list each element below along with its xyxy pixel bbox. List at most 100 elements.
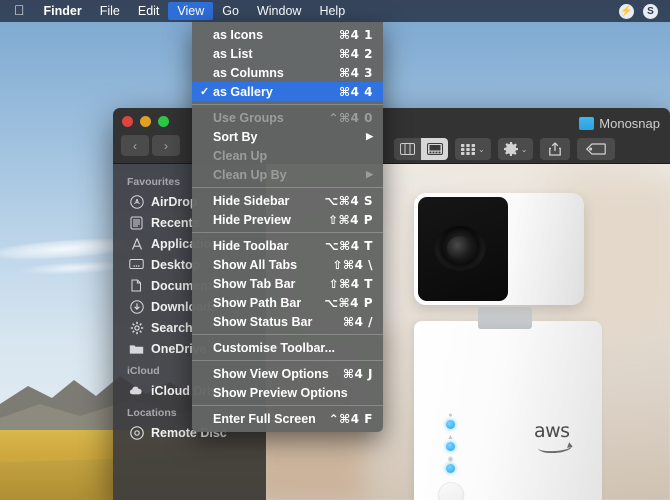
actions-button[interactable]: ⌄	[497, 138, 534, 160]
window-title-label: Monosnap	[599, 116, 660, 131]
back-button[interactable]: ‹	[121, 135, 149, 156]
recents-icon	[129, 215, 144, 230]
menu-item-shortcut: ⌥⌘4 T	[324, 238, 373, 253]
device-neck	[478, 307, 532, 329]
tags-button[interactable]	[577, 138, 616, 160]
column-view-icon[interactable]	[394, 138, 421, 160]
group-by-button[interactable]: ⌄	[455, 138, 491, 160]
menu-item-shortcut: ⌘4 /	[342, 314, 373, 329]
lightning-bolt-icon[interactable]: ⚡	[619, 3, 634, 19]
menu-item-sort-by[interactable]: Sort By ▶	[192, 127, 383, 146]
led-indicator	[446, 464, 455, 473]
menu-item-clean-up-by: Clean Up By ▶	[192, 165, 383, 184]
device-led-indicators: ● ▲ ◉	[446, 412, 455, 478]
folder-icon	[129, 341, 144, 356]
menu-item-shortcut: ⌥⌘4 P	[324, 295, 373, 310]
menu-item-label: Show View Options	[213, 366, 329, 381]
menu-item-shortcut: ⇧⌘4 T	[328, 276, 373, 291]
applications-icon	[129, 236, 144, 251]
aws-logo-text: aws	[534, 420, 570, 442]
apple-logo-icon[interactable]: 	[8, 3, 35, 19]
view-dropdown-menu[interactable]: as Icons ⌘4 1 as List ⌘4 2 as Columns ⌘4 3 ✓ as…	[192, 22, 383, 432]
menu-item-label: Show Status Bar	[213, 314, 313, 329]
macos-menubar:  Finder File Edit View Go Window Help ⚡…	[0, 0, 670, 22]
menu-item-customise-toolbar[interactable]: Customise Toolbar...	[192, 338, 383, 357]
menu-item-as-list[interactable]: as List ⌘4 2	[192, 44, 383, 63]
finder-toolbar: ⌄ ⌄	[394, 138, 616, 160]
menu-item-label: Hide Sidebar	[213, 193, 290, 208]
menu-item-show-all-tabs[interactable]: Show All Tabs ⇧⌘4 \	[192, 255, 383, 274]
monosnap-status-icon[interactable]: S	[643, 3, 658, 19]
window-title: Monosnap	[579, 116, 660, 131]
menu-item-label: Show Preview Options	[213, 385, 348, 400]
forward-button[interactable]: ›	[152, 135, 180, 156]
menu-separator	[192, 104, 383, 105]
submenu-arrow-icon: ▶	[366, 169, 373, 179]
share-button[interactable]	[540, 138, 571, 160]
menu-item-shortcut: ⇧⌘4 \	[332, 257, 373, 272]
menu-item-show-status-bar[interactable]: Show Status Bar ⌘4 /	[192, 312, 383, 331]
disc-icon	[129, 425, 144, 440]
menu-item-clean-up: Clean Up	[192, 146, 383, 165]
gallery-view-icon[interactable]	[421, 138, 448, 160]
menu-item-label: Show All Tabs	[213, 257, 298, 272]
device-body	[414, 321, 602, 500]
menu-item-enter-full-screen[interactable]: Enter Full Screen ⌃⌘4 F	[192, 409, 383, 428]
menu-item-hide-toolbar[interactable]: Hide Toolbar ⌥⌘4 T	[192, 236, 383, 255]
menu-separator	[192, 187, 383, 188]
close-button[interactable]	[122, 116, 133, 127]
gear-icon	[129, 320, 144, 335]
menu-item-as-gallery[interactable]: ✓ as Gallery ⌘4 4	[192, 82, 383, 101]
menu-separator	[192, 232, 383, 233]
chevron-down-icon: ⌄	[520, 144, 528, 154]
menu-item-shortcut: ⌥⌘4 S	[324, 193, 373, 208]
menu-item-label: as Icons	[213, 27, 264, 42]
menu-item-as-icons[interactable]: as Icons ⌘4 1	[192, 25, 383, 44]
menu-item-label: Enter Full Screen	[213, 411, 316, 426]
menu-item-label: Hide Preview	[213, 212, 291, 227]
power-glyph: ●	[448, 412, 453, 419]
downloads-icon	[129, 299, 144, 314]
menubar-item-help[interactable]: Help	[310, 2, 354, 20]
view-mode-segmented-control[interactable]	[394, 138, 448, 160]
sidebar-item-label: Search	[151, 320, 193, 335]
menu-item-shortcut: ⇧⌘4 P	[327, 212, 373, 227]
camera-lens	[434, 226, 486, 271]
menu-item-label: Sort By	[213, 129, 258, 144]
menu-item-show-view-options[interactable]: Show View Options ⌘4 J	[192, 364, 383, 383]
menu-item-label: Use Groups	[213, 110, 284, 125]
zoom-button[interactable]	[158, 116, 169, 127]
airdrop-icon	[129, 194, 144, 209]
menubar-item-go[interactable]: Go	[213, 2, 248, 20]
menubar-status-area: ⚡ S	[619, 3, 662, 19]
menu-separator	[192, 360, 383, 361]
folder-icon	[579, 117, 595, 130]
checkmark-icon: ✓	[200, 86, 210, 98]
documents-icon	[129, 278, 144, 293]
menu-item-label: Clean Up	[213, 148, 268, 163]
menubar-item-file[interactable]: File	[91, 2, 129, 20]
navigation-buttons: ‹ ›	[121, 135, 180, 156]
menu-item-label: Hide Toolbar	[213, 238, 289, 253]
led-indicator	[446, 420, 455, 429]
menu-item-as-columns[interactable]: as Columns ⌘4 3	[192, 63, 383, 82]
menu-item-show-path-bar[interactable]: Show Path Bar ⌥⌘4 P	[192, 293, 383, 312]
menu-item-hide-sidebar[interactable]: Hide Sidebar ⌥⌘4 S	[192, 191, 383, 210]
menu-item-shortcut: ⌃⌘4 F	[328, 411, 373, 426]
menubar-item-view[interactable]: View	[168, 2, 214, 20]
menu-item-label: as Gallery	[213, 84, 273, 99]
menubar-item-window[interactable]: Window	[248, 2, 310, 20]
menu-item-hide-preview[interactable]: Hide Preview ⇧⌘4 P	[192, 210, 383, 229]
menu-item-show-preview-options[interactable]: Show Preview Options	[192, 383, 383, 402]
led-indicator	[446, 442, 455, 451]
minimize-button[interactable]	[140, 116, 151, 127]
menubar-item-edit[interactable]: Edit	[129, 2, 169, 20]
traffic-lights	[122, 116, 169, 127]
menu-item-label: Customise Toolbar...	[213, 340, 336, 355]
menubar-item-finder[interactable]: Finder	[35, 2, 91, 20]
menu-item-show-tab-bar[interactable]: Show Tab Bar ⇧⌘4 T	[192, 274, 383, 293]
menu-item-use-groups: Use Groups ⌃⌘4 0	[192, 108, 383, 127]
menu-item-shortcut: ⌘4 J	[342, 366, 373, 381]
menu-item-shortcut: ⌘4 1	[338, 27, 373, 42]
cloud-icon	[129, 383, 144, 398]
